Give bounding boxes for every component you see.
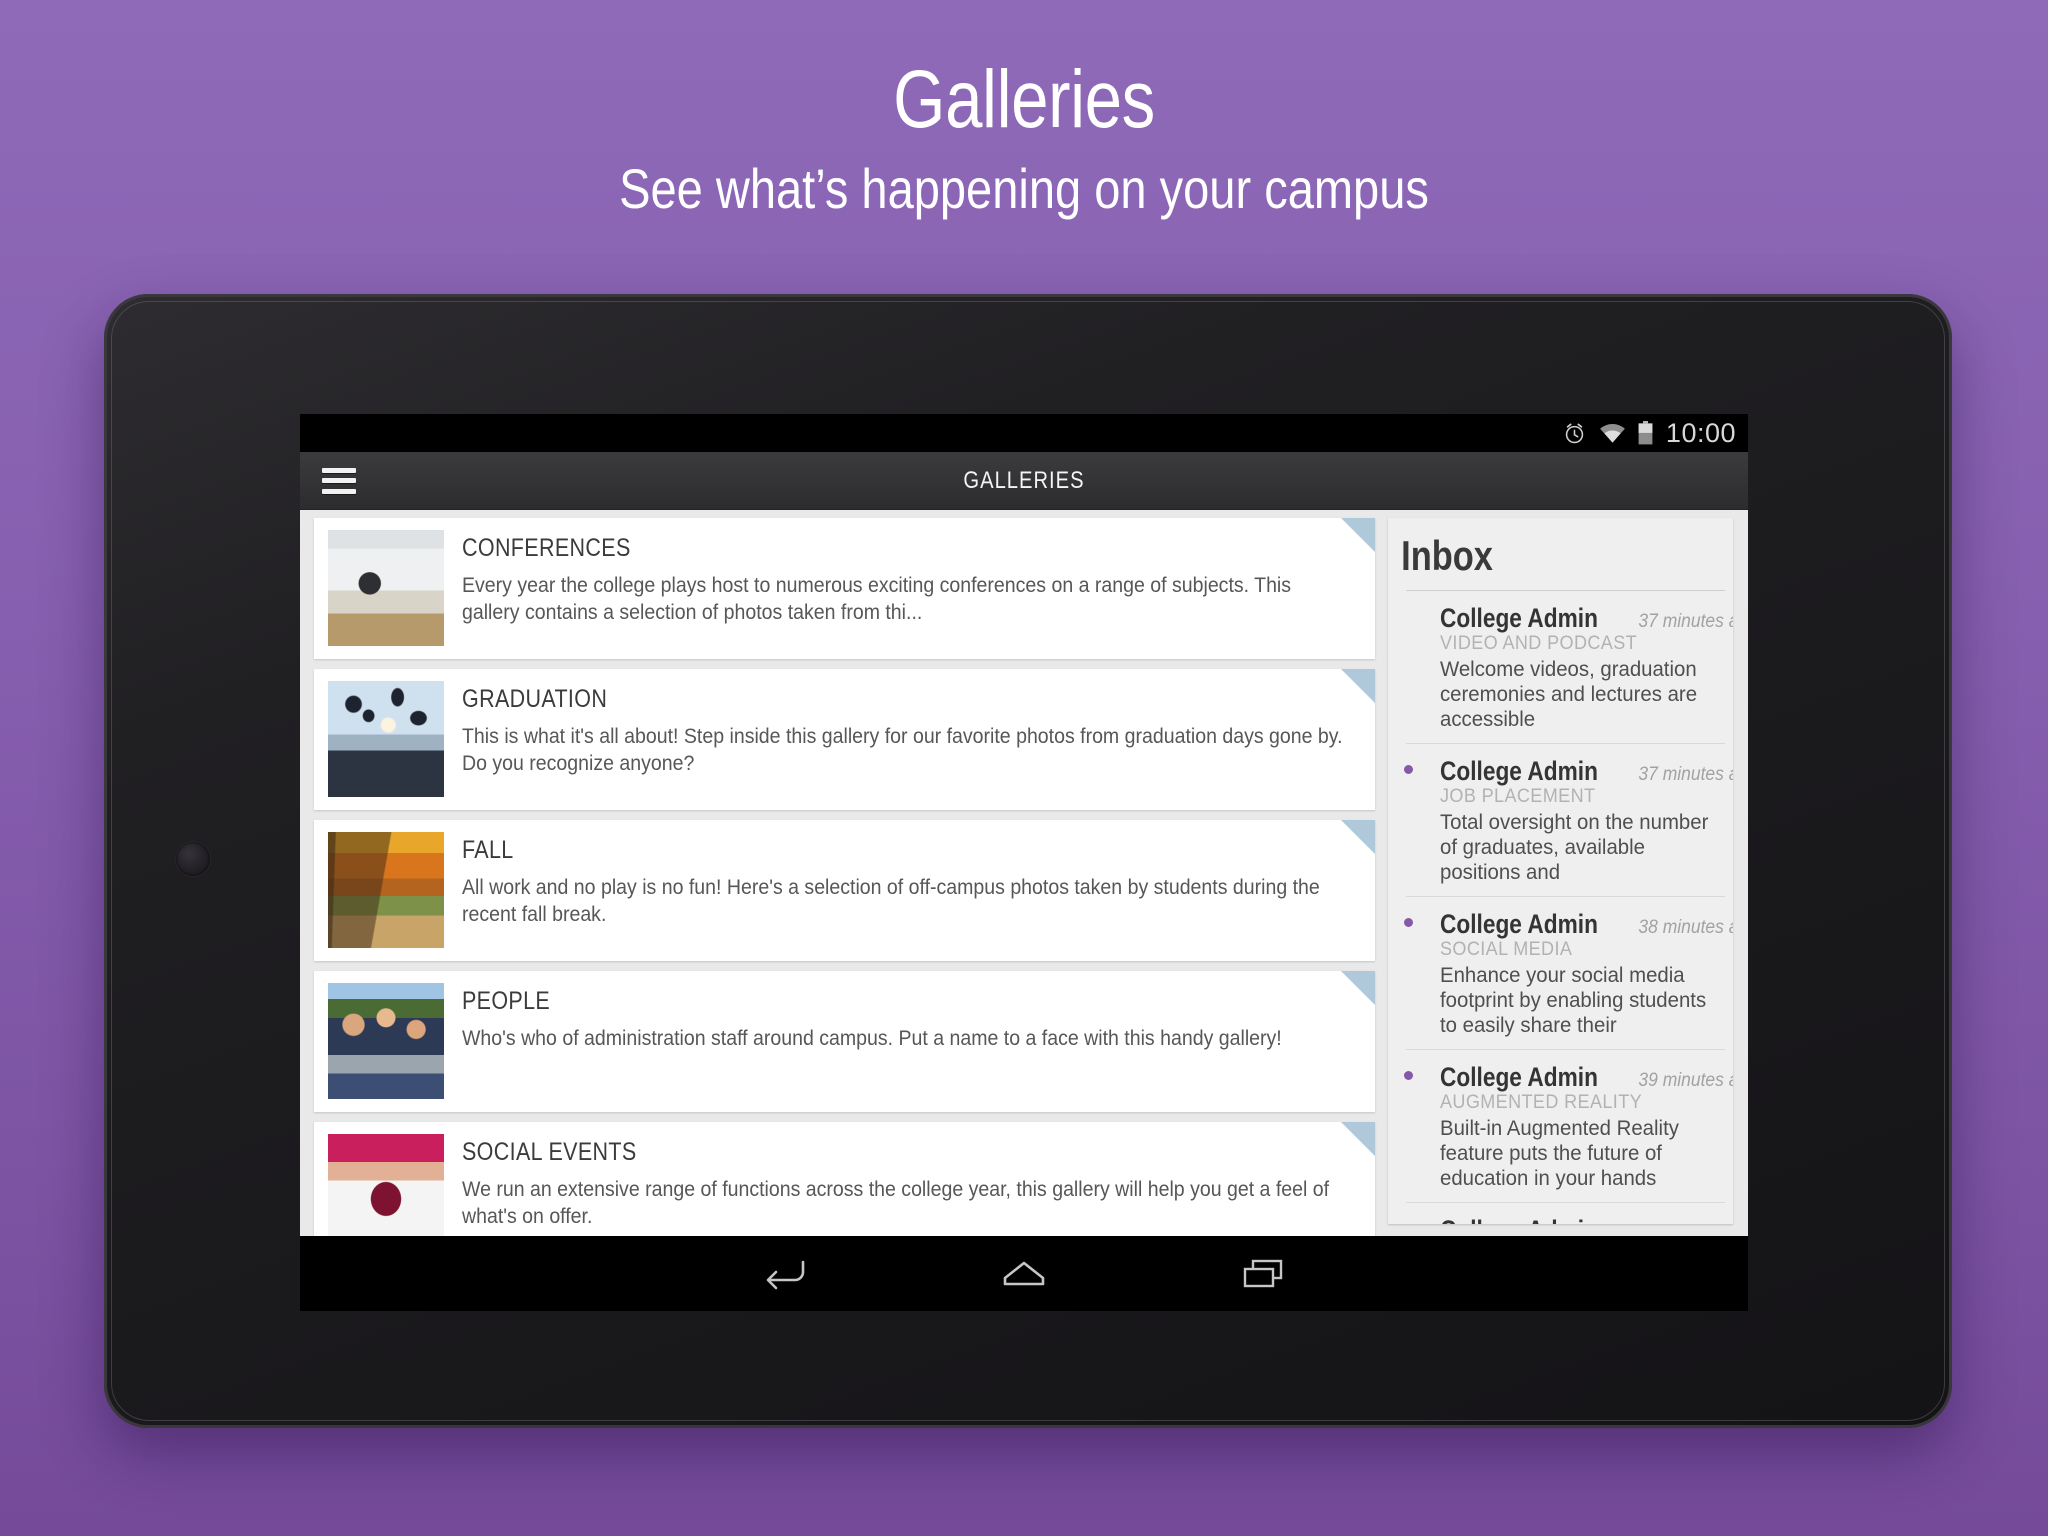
gallery-thumbnail (328, 530, 444, 646)
message-sender: College Admin (1440, 602, 1598, 633)
inbox-message-list[interactable]: College Admin 37 minutes ago VIDEO AND P… (1388, 591, 1733, 1224)
unread-indicator-icon (1404, 917, 1413, 927)
page-title: Galleries (893, 54, 1155, 145)
tablet-device-frame: 10:00 GALLERIES CONFERENCES Every year t… (104, 294, 1952, 1428)
status-bar: 10:00 (300, 414, 1748, 452)
unread-indicator-icon (1404, 764, 1413, 774)
home-icon[interactable] (1000, 1257, 1048, 1291)
inbox-title: Inbox (1401, 532, 1493, 579)
gallery-title: GRADUATION (462, 685, 608, 713)
message-timestamp: 37 minutes ago (1638, 610, 1733, 632)
inbox-message[interactable]: College Admin 37 minutes ago VIDEO AND P… (1406, 591, 1733, 744)
message-sender: College Admin (1440, 1215, 1598, 1224)
page-subtitle: See what’s happening on your campus (619, 157, 1429, 220)
message-timestamp: 38 minutes ago (1638, 916, 1733, 938)
message-preview: Welcome videos, graduation ceremonies an… (1440, 657, 1698, 731)
inbox-message[interactable]: College Admin 38 minutes ago SOCIAL MEDI… (1404, 897, 1733, 1050)
message-preview: Total oversight on the number of graduat… (1440, 810, 1709, 884)
inbox-panel: Inbox College Admin 37 minutes ago VIDEO… (1388, 518, 1733, 1224)
message-category: VIDEO AND PODCAST (1440, 632, 1638, 654)
content-area: CONFERENCES Every year the college plays… (300, 510, 1748, 1236)
front-camera-icon (176, 842, 210, 876)
gallery-card[interactable]: SOCIAL EVENTS We run an extensive range … (314, 1122, 1375, 1236)
message-sender: College Admin (1440, 755, 1598, 786)
gallery-description: Every year the college plays host to num… (462, 574, 1292, 624)
gallery-title: CONFERENCES (462, 534, 631, 562)
alarm-icon (1565, 423, 1584, 443)
tablet-screen: 10:00 GALLERIES CONFERENCES Every year t… (300, 414, 1748, 1311)
status-clock: 10:00 (1665, 417, 1736, 448)
message-timestamp: 39 minutes ago (1638, 1223, 1733, 1224)
message-sender: College Admin (1440, 908, 1598, 939)
inbox-message[interactable]: College Admin 39 minutes ago AUGMENTED R… (1404, 1050, 1733, 1203)
back-icon[interactable] (762, 1256, 808, 1292)
gallery-title: PEOPLE (462, 987, 551, 1015)
card-fold-corner-icon (1341, 518, 1375, 552)
gallery-card[interactable]: FALL All work and no play is no fun! Her… (314, 820, 1375, 961)
gallery-thumbnail (328, 1134, 444, 1236)
card-fold-corner-icon (1341, 1122, 1375, 1156)
message-category: AUGMENTED REALITY (1440, 1091, 1643, 1113)
message-preview: Built-in Augmented Reality feature puts … (1440, 1116, 1679, 1190)
app-bar-title: GALLERIES (963, 466, 1085, 494)
gallery-description: All work and no play is no fun! Here's a… (462, 876, 1320, 926)
recent-apps-icon[interactable] (1240, 1256, 1286, 1292)
promo-header: Galleries See what’s happening on your c… (0, 52, 2048, 226)
gallery-card[interactable]: CONFERENCES Every year the college plays… (314, 518, 1375, 659)
gallery-thumbnail (328, 681, 444, 797)
gallery-thumbnail (328, 832, 444, 948)
message-sender: College Admin (1440, 1061, 1598, 1092)
message-category: JOB PLACEMENT (1440, 785, 1596, 807)
android-navigation-bar (300, 1236, 1748, 1311)
gallery-card[interactable]: GRADUATION This is what it's all about! … (314, 669, 1375, 810)
gallery-list[interactable]: CONFERENCES Every year the college plays… (300, 510, 1385, 1236)
hamburger-menu-icon[interactable] (322, 467, 356, 494)
unread-indicator-icon (1404, 1070, 1413, 1080)
gallery-title: FALL (462, 836, 514, 864)
gallery-title: SOCIAL EVENTS (462, 1138, 637, 1166)
wifi-icon (1600, 423, 1625, 443)
battery-icon (1638, 421, 1653, 445)
gallery-description: Who's who of administration staff around… (462, 1027, 1282, 1050)
card-fold-corner-icon (1341, 669, 1375, 703)
inbox-message[interactable]: College Admin 37 minutes ago JOB PLACEME… (1404, 744, 1733, 897)
message-timestamp: 37 minutes ago (1638, 763, 1733, 785)
message-preview: Enhance your social media footprint by e… (1440, 963, 1707, 1037)
gallery-description: This is what it's all about! Step inside… (462, 725, 1343, 775)
card-fold-corner-icon (1341, 820, 1375, 854)
card-fold-corner-icon (1341, 971, 1375, 1005)
app-bar: GALLERIES (300, 452, 1748, 510)
gallery-thumbnail (328, 983, 444, 1099)
gallery-card[interactable]: PEOPLE Who's who of administration staff… (314, 971, 1375, 1112)
inbox-message[interactable]: College Admin 39 minutes ago SURVEY INTE… (1404, 1203, 1733, 1224)
message-category: SOCIAL MEDIA (1440, 938, 1573, 960)
gallery-description: We run an extensive range of functions a… (462, 1178, 1330, 1228)
message-timestamp: 39 minutes ago (1638, 1069, 1733, 1091)
